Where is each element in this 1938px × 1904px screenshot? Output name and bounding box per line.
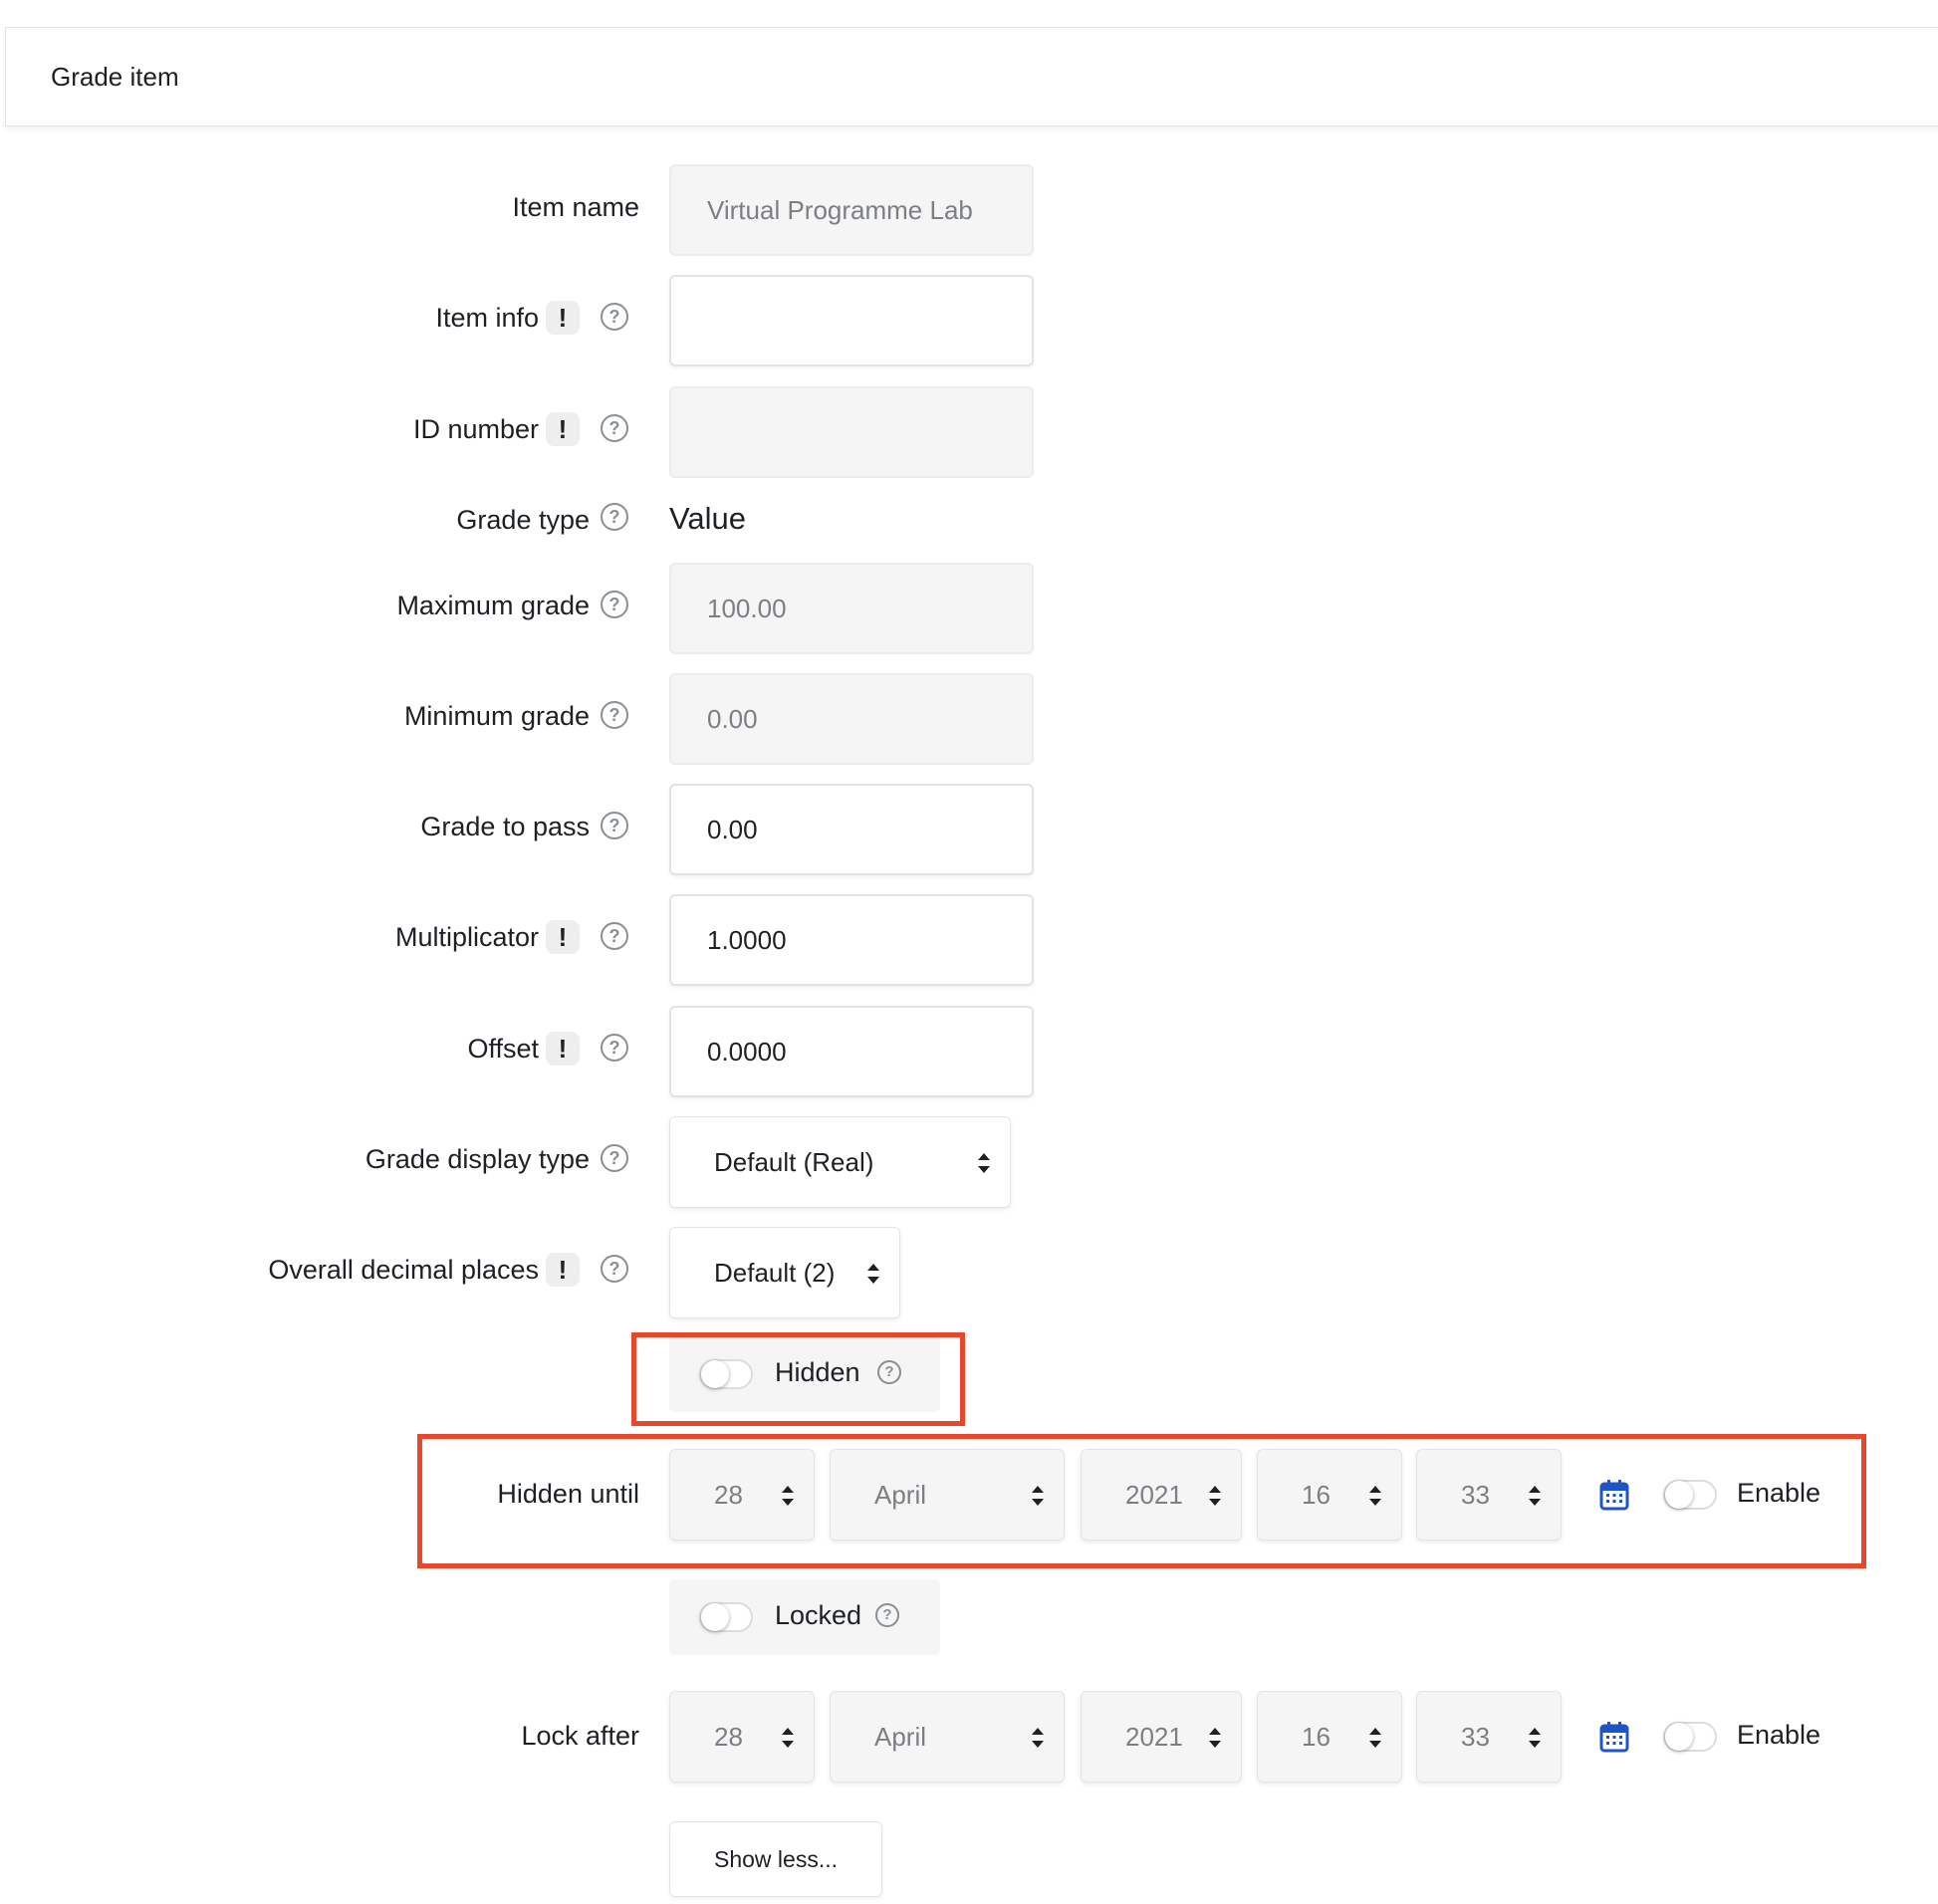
grade-to-pass-input[interactable]: 0.00	[669, 784, 1034, 875]
lock-after-enable-label: Enable	[1737, 1720, 1821, 1750]
lock-after-label: Lock after	[521, 1721, 639, 1751]
help-icon[interactable]: ?	[601, 1144, 628, 1172]
offset-input[interactable]: 0.0000	[669, 1006, 1034, 1097]
lock-after-day-select[interactable]: 28	[669, 1691, 815, 1783]
lock-after-month-select[interactable]: April	[830, 1691, 1065, 1783]
maximum-grade-input: 100.00	[669, 563, 1034, 654]
select-arrows-icon	[1369, 1728, 1381, 1748]
grade-to-pass-label: Grade to pass	[420, 812, 590, 841]
item-name-label: Item name	[512, 192, 639, 222]
grade-display-type-select[interactable]: Default (Real)	[669, 1116, 1011, 1208]
show-less-button[interactable]: Show less...	[669, 1821, 882, 1897]
help-icon[interactable]: ?	[601, 503, 628, 531]
grade-display-type-label: Grade display type	[364, 1144, 590, 1174]
minute-value: 33	[1461, 1722, 1490, 1752]
multiplicator-input[interactable]: 1.0000	[669, 894, 1034, 986]
select-arrows-icon	[1209, 1728, 1221, 1748]
offset-label: Offset	[467, 1034, 539, 1064]
minimum-grade-label: Minimum grade	[403, 701, 590, 731]
item-info-label: Item info	[435, 303, 539, 333]
hour-value: 16	[1302, 1722, 1331, 1752]
select-arrows-icon	[1032, 1728, 1044, 1748]
select-arrows-icon	[1529, 1728, 1541, 1748]
select-arrows-icon	[782, 1728, 794, 1748]
help-icon[interactable]: ?	[601, 414, 628, 442]
locked-label: Locked	[775, 1600, 862, 1630]
grade-type-label: Grade type	[456, 505, 590, 535]
lock-after-minute-select[interactable]: 33	[1416, 1691, 1562, 1783]
year-value: 2021	[1125, 1722, 1183, 1752]
help-icon[interactable]: ?	[601, 812, 628, 839]
select-arrows-icon	[867, 1264, 879, 1284]
required-icon[interactable]: !	[546, 412, 580, 446]
lock-after-hour-select[interactable]: 16	[1257, 1691, 1402, 1783]
day-value: 28	[714, 1722, 743, 1752]
help-icon[interactable]: ?	[875, 1603, 899, 1627]
id-number-label: ID number	[412, 414, 539, 444]
section-title: Grade item	[51, 62, 179, 92]
help-icon[interactable]: ?	[601, 701, 628, 729]
help-icon[interactable]: ?	[601, 1034, 628, 1062]
locked-toggle-box[interactable]: Locked ?	[669, 1579, 940, 1655]
required-icon[interactable]: !	[546, 1253, 580, 1287]
multiplicator-label: Multiplicator	[394, 922, 539, 952]
select-arrows-icon	[978, 1153, 990, 1173]
id-number-input	[669, 386, 1034, 478]
locked-switch[interactable]	[699, 1602, 753, 1632]
calendar-icon[interactable]	[1599, 1721, 1629, 1753]
lock-after-enable-switch[interactable]	[1663, 1722, 1717, 1752]
help-icon[interactable]: ?	[601, 303, 628, 331]
highlight-box-hidden-until	[417, 1434, 1866, 1568]
required-icon[interactable]: !	[546, 301, 580, 335]
help-icon[interactable]: ?	[601, 1255, 628, 1283]
month-value: April	[874, 1722, 927, 1752]
decimal-places-select[interactable]: Default (2)	[669, 1227, 900, 1318]
required-icon[interactable]: !	[546, 1032, 580, 1066]
help-icon[interactable]: ?	[601, 591, 628, 618]
decimal-places-value: Default (2)	[714, 1258, 836, 1288]
minimum-grade-input: 0.00	[669, 673, 1034, 765]
lock-after-year-select[interactable]: 2021	[1081, 1691, 1242, 1783]
required-icon[interactable]: !	[546, 920, 580, 954]
highlight-box-hidden	[631, 1332, 965, 1426]
grade-item-header: Grade item	[5, 27, 1938, 126]
item-info-input[interactable]	[669, 275, 1034, 366]
maximum-grade-label: Maximum grade	[396, 591, 590, 620]
decimal-places-label: Overall decimal places	[268, 1255, 539, 1285]
grade-type-value: Value	[669, 501, 746, 536]
grade-display-type-value: Default (Real)	[714, 1147, 874, 1177]
help-icon[interactable]: ?	[601, 922, 628, 950]
item-name-input: Virtual Programme Lab	[669, 164, 1034, 256]
